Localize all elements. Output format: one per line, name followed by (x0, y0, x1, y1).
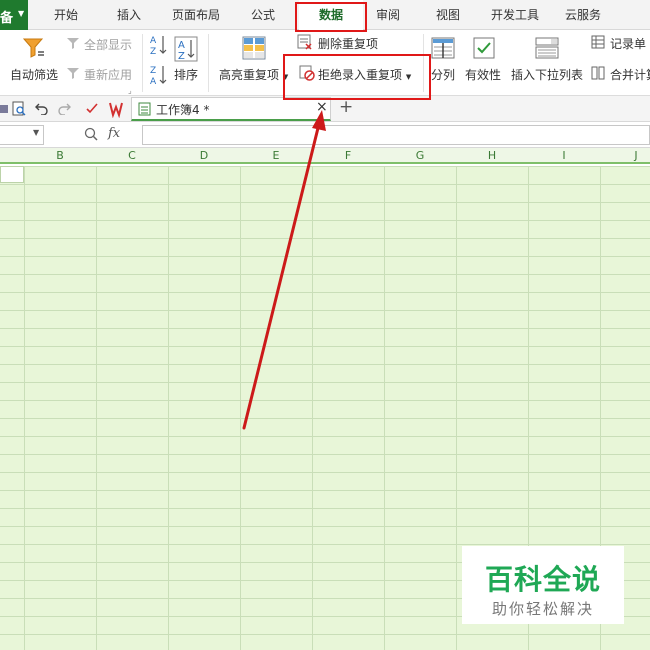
arrow-head (312, 110, 326, 131)
watermark-logo: 百科全说 助你轻松解决 (462, 546, 624, 624)
arrow-shaft (242, 126, 320, 430)
watermark-title: 百科全说 (484, 563, 601, 596)
watermark-subtitle: 助你轻松解决 (491, 600, 594, 618)
